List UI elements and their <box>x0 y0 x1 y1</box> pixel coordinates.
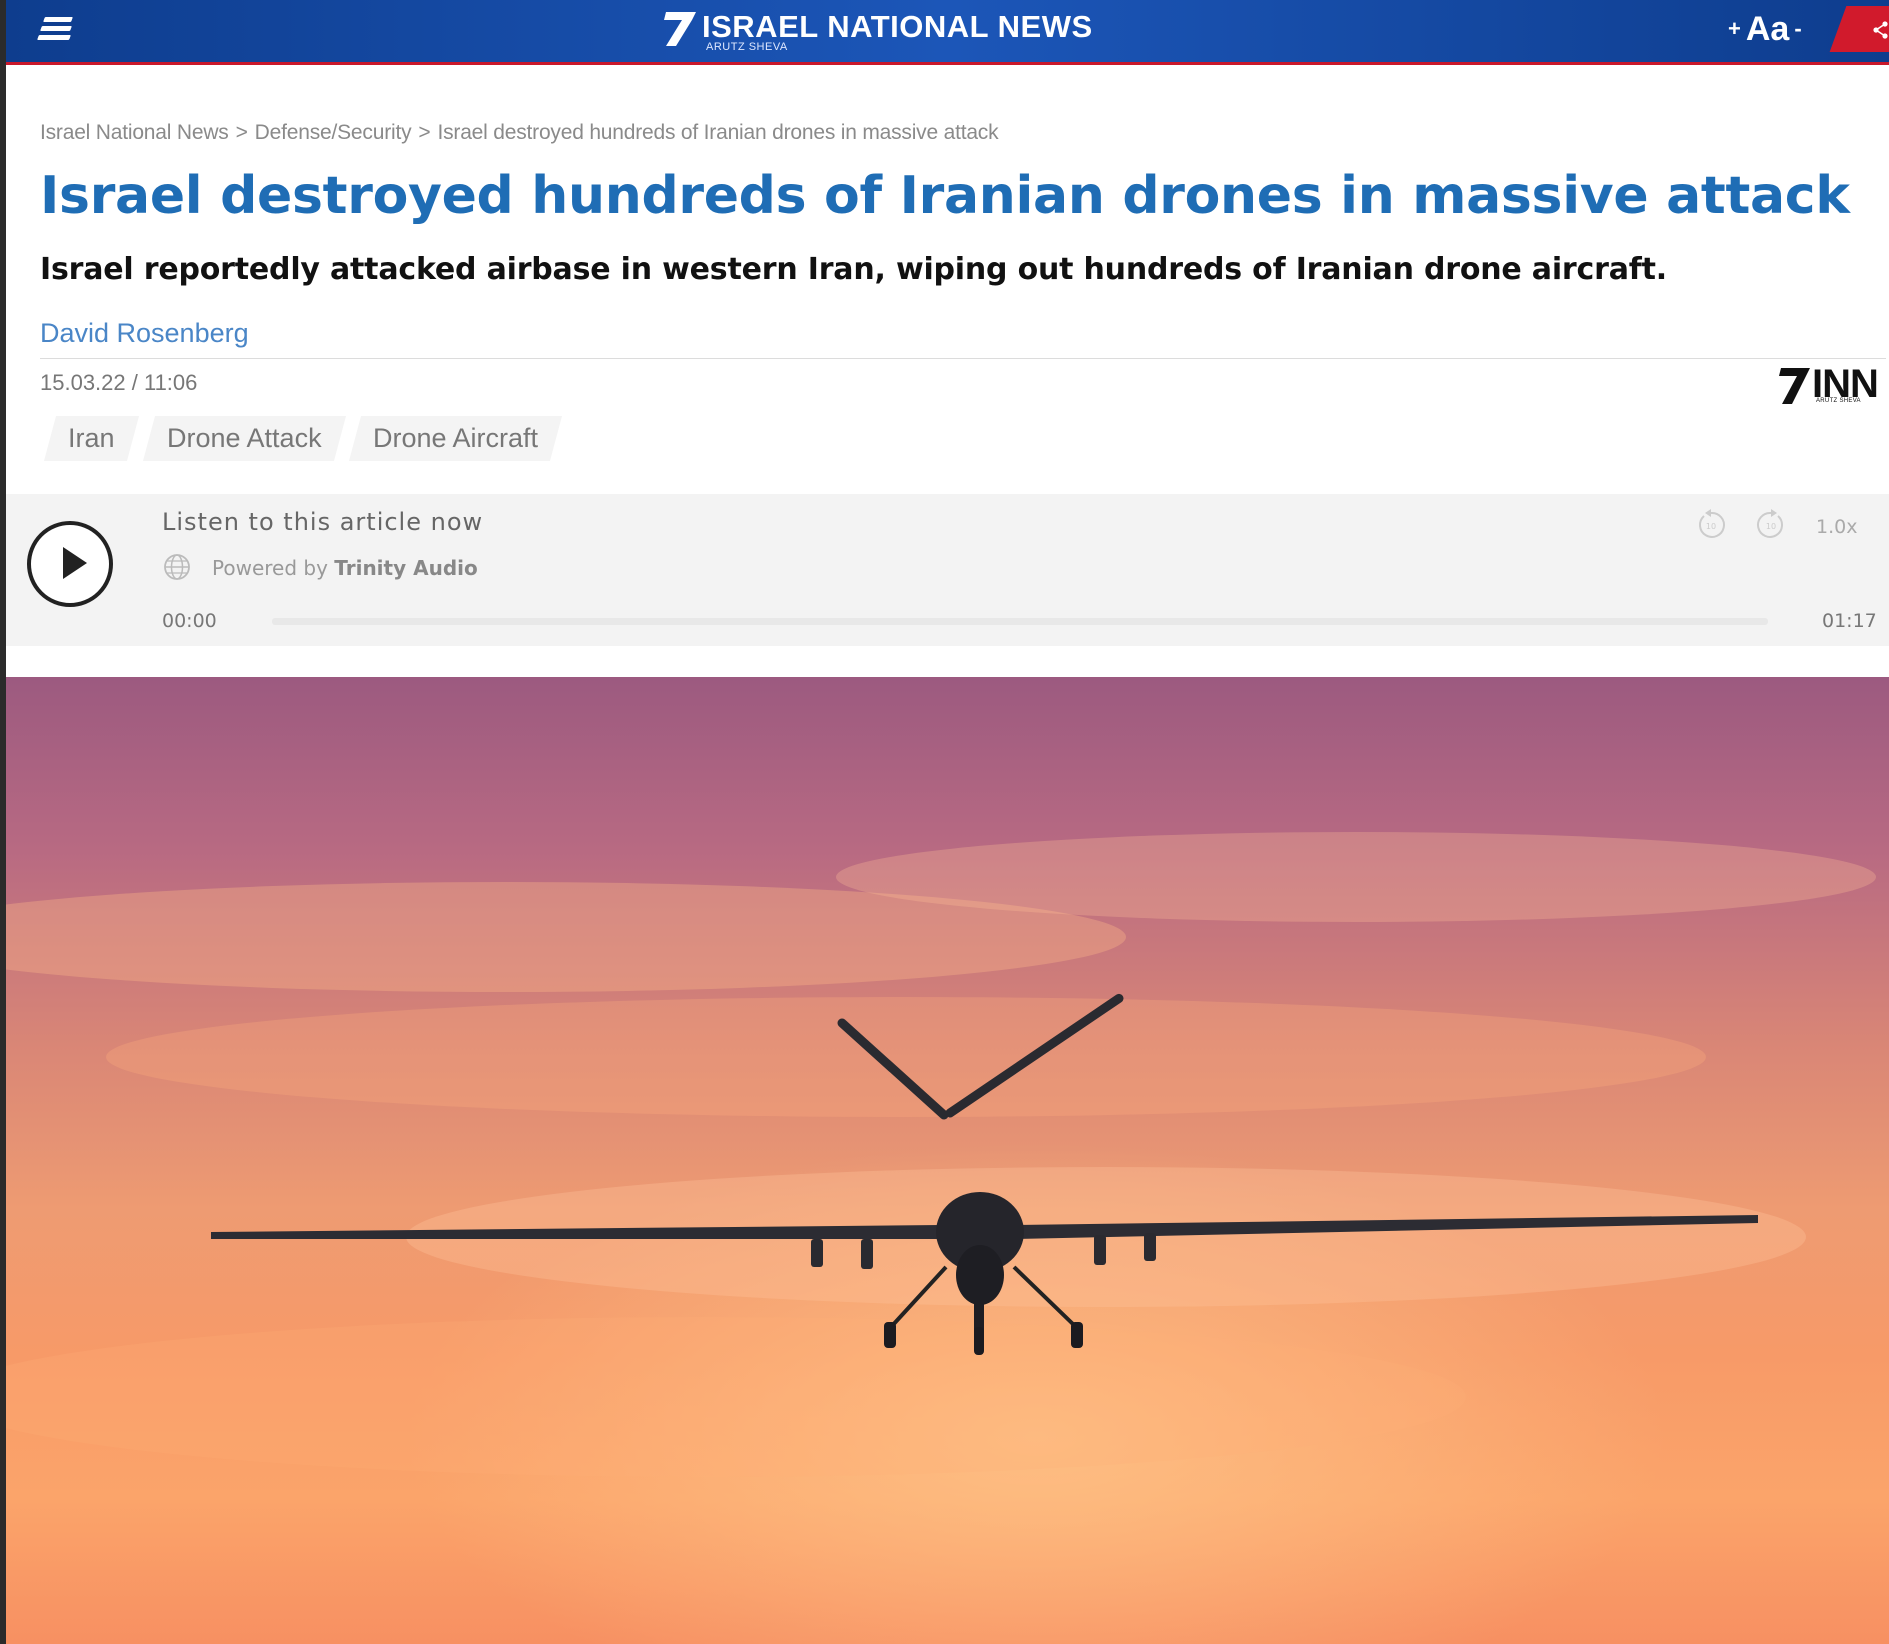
svg-text:10: 10 <box>1706 522 1716 531</box>
site-logo[interactable]: ISRAEL NATIONAL NEWS ARUTZ SHEVA <box>662 6 1092 54</box>
breadcrumb: Israel National News > Defense/Security > Is… <box>40 121 999 145</box>
breadcrumb-separator: > <box>235 121 248 144</box>
tag-label: Drone Attack <box>166 423 322 453</box>
svg-text:10: 10 <box>1766 522 1776 531</box>
tag-iran[interactable]: Iran <box>43 416 139 461</box>
powered-prefix: Powered by <box>212 556 328 580</box>
powered-brand-link[interactable]: Trinity Audio <box>334 556 477 580</box>
font-increase-button[interactable]: + <box>1728 16 1741 42</box>
menu-icon[interactable] <box>36 14 76 44</box>
progress-bar[interactable] <box>272 618 1768 625</box>
logo-title: ISRAEL NATIONAL NEWS <box>702 9 1093 44</box>
breadcrumb-section[interactable]: Defense/Security <box>255 121 412 144</box>
powered-by: Powered by Trinity Audio <box>212 556 478 580</box>
audio-player: Listen to this article now Powered by Tr… <box>6 494 1889 646</box>
font-size-label: Aa <box>1745 9 1790 48</box>
playback-speed-button[interactable]: 1.0x <box>1816 516 1857 538</box>
seven-logo-icon <box>1779 368 1810 404</box>
font-decrease-button[interactable]: - <box>1794 16 1801 42</box>
inn-logo-subtext: ARUTZ SHEVA <box>1816 398 1861 404</box>
publish-date: 15.03.22 / 11:06 <box>40 370 198 395</box>
breadcrumb-current: Israel destroyed hundreds of Iranian dro… <box>437 121 999 144</box>
logo-subtitle: ARUTZ SHEVA <box>706 41 788 53</box>
globe-icon <box>164 554 190 580</box>
page: ISRAEL NATIONAL NEWS ARUTZ SHEVA + Aa - … <box>6 0 1889 1644</box>
article-subheadline: Israel reportedly attacked airbase in we… <box>40 252 1667 287</box>
tag-label: Iran <box>68 423 115 453</box>
seven-logo-icon <box>664 12 696 46</box>
play-button[interactable] <box>27 521 113 607</box>
rewind-icon[interactable]: 10 <box>1694 508 1728 542</box>
tag-list: Iran Drone Attack Drone Aircraft <box>43 416 563 461</box>
site-header: ISRAEL NATIONAL NEWS ARUTZ SHEVA + Aa - <box>6 0 1889 65</box>
tag-label: Drone Aircraft <box>373 423 539 453</box>
divider <box>40 358 1886 359</box>
breadcrumb-home[interactable]: Israel National News <box>40 121 229 144</box>
forward-icon[interactable]: 10 <box>1754 508 1788 542</box>
listen-label: Listen to this article now <box>162 508 484 536</box>
drone-image <box>6 832 1876 1477</box>
inn-logo: INN ARUTZ SHEVA <box>1778 362 1882 406</box>
share-icon <box>1873 21 1888 39</box>
total-time: 01:17 <box>1822 610 1877 632</box>
author-link[interactable]: David Rosenberg <box>40 318 249 349</box>
article-headline: Israel destroyed hundreds of Iranian dro… <box>40 166 1850 226</box>
breadcrumb-separator: > <box>418 121 431 144</box>
font-size-control: + Aa - <box>1728 6 1802 52</box>
tag-drone-aircraft[interactable]: Drone Aircraft <box>349 416 563 461</box>
current-time: 00:00 <box>162 610 217 632</box>
hero-image <box>6 677 1889 1644</box>
tag-drone-attack[interactable]: Drone Attack <box>142 416 346 461</box>
